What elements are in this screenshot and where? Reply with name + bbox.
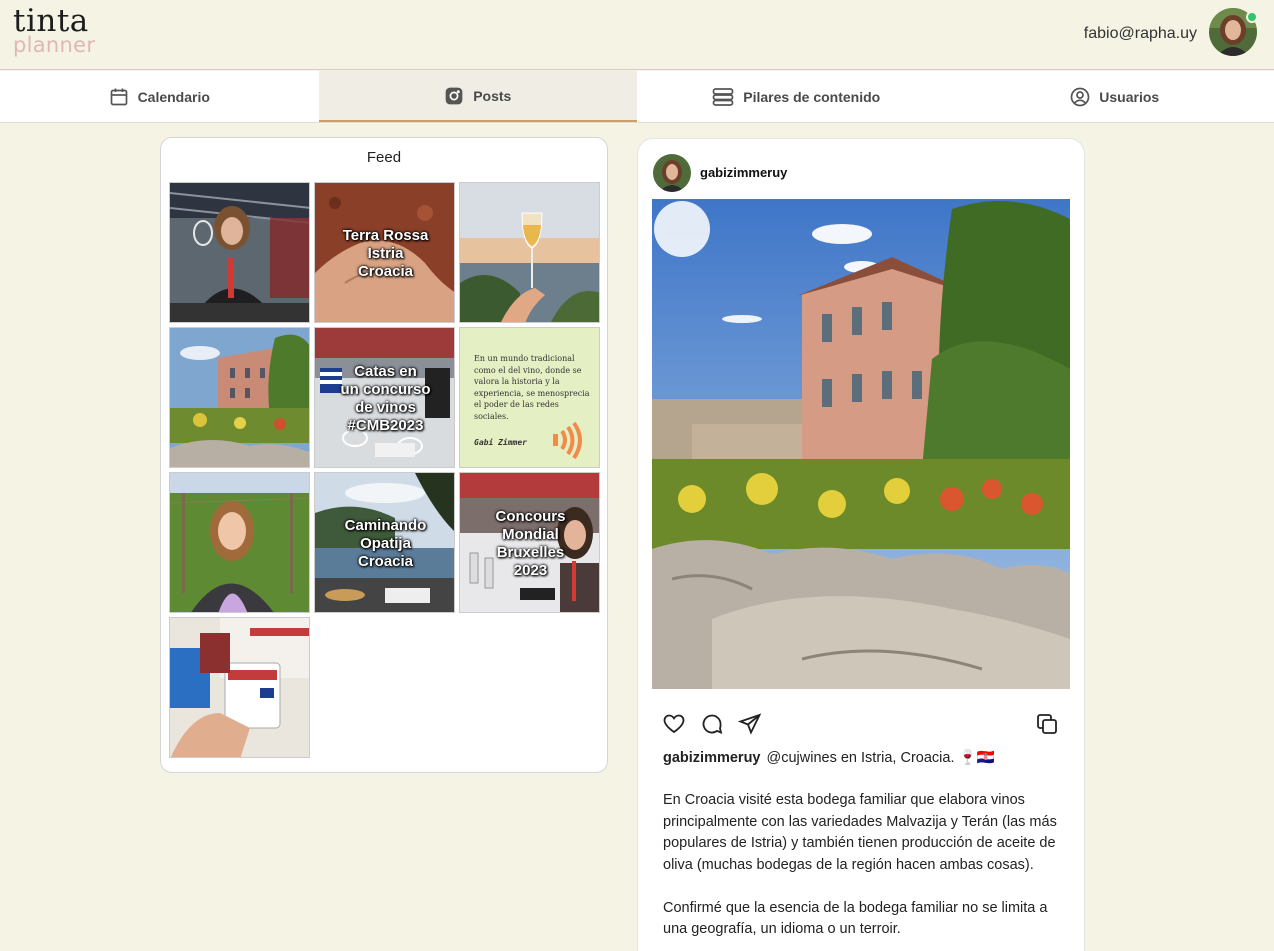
copy-caption-button[interactable] <box>1035 712 1059 736</box>
caption-body: En Croacia visité esta bodega familiar q… <box>663 790 1058 951</box>
tile-overlay-text <box>170 473 309 612</box>
feed-post-thumbnail[interactable] <box>169 472 310 613</box>
feed-panel: Feed Terra Rossa Istria Croacia Catas en… <box>160 137 608 773</box>
tile-overlay-text <box>170 183 309 322</box>
tab-posts[interactable]: Posts <box>318 71 637 122</box>
caption-paragraph: Confirmé que la esencia de la bodega fam… <box>663 899 1048 938</box>
winery-photo <box>652 199 1070 689</box>
post-main-image[interactable] <box>652 199 1070 689</box>
tile-overlay-text: Catas en un concurso de vinos #CMB2023 <box>340 362 431 434</box>
tab-posts-label: Posts <box>473 87 512 104</box>
tile-overlay-text: Concours Mondial Bruxelles 2023 <box>495 507 566 579</box>
like-button[interactable] <box>662 712 686 736</box>
post-preview: gabizimmeruy gabizimmeruy @cujwines en I… <box>637 138 1085 951</box>
caption-username[interactable]: gabizimmeruy <box>663 750 761 766</box>
tab-calendario-label: Calendario <box>137 88 210 105</box>
post-username[interactable]: gabizimmeruy <box>700 165 787 180</box>
tile-overlay-text: Caminando Opatija Croacia <box>344 516 427 570</box>
feed-title: Feed <box>366 149 402 166</box>
feed-post-thumbnail[interactable]: Caminando Opatija Croacia <box>314 472 455 613</box>
feed-post-thumbnail[interactable] <box>169 327 310 468</box>
user-email: fabio@rapha.uy <box>1083 25 1197 42</box>
user-circle-icon <box>1070 87 1090 106</box>
feed-post-thumbnail[interactable]: Terra Rossa Istria Croacia <box>314 182 455 323</box>
caption-paragraph: En Croacia visité esta bodega familiar q… <box>663 792 1057 873</box>
feed-post-thumbnail[interactable] <box>169 182 310 323</box>
tile-overlay-text <box>170 618 309 757</box>
feed-post-thumbnail-quote[interactable]: En un mundo tradicional como el del vino… <box>459 327 600 468</box>
copy-icon <box>1037 714 1057 734</box>
post-author-avatar[interactable] <box>653 154 691 192</box>
calendar-icon <box>110 88 127 105</box>
tile-overlay-text <box>460 183 599 322</box>
top-bar: tinta planner fabio@rapha.uy <box>0 0 1274 70</box>
app-logo[interactable]: tinta planner <box>13 6 95 56</box>
share-button[interactable] <box>737 712 762 736</box>
tab-calendario[interactable]: Calendario <box>0 71 319 122</box>
tab-usuarios-label: Usuarios <box>1099 88 1160 105</box>
feed-grid: Terra Rossa Istria Croacia Catas en un c… <box>169 182 600 758</box>
caption-header: gabizimmeruy @cujwines en Istria, Croacia… <box>663 749 995 766</box>
comment-button[interactable] <box>700 712 724 736</box>
online-status-indicator <box>1246 11 1258 23</box>
user-avatar-button[interactable] <box>1209 8 1258 56</box>
post-actions <box>662 712 762 736</box>
tile-overlay-text <box>170 328 309 467</box>
feed-post-thumbnail[interactable]: Concours Mondial Bruxelles 2023 <box>459 472 600 613</box>
caption-first-line: @cujwines en Istria, Croacia. 🍷🇭🇷 <box>766 750 995 766</box>
feed-post-thumbnail[interactable]: Catas en un concurso de vinos #CMB2023 <box>314 327 455 468</box>
instagram-icon <box>445 87 463 104</box>
tile-overlay-text: Terra Rossa Istria Croacia <box>342 226 429 280</box>
comment-icon <box>702 714 723 734</box>
logo-text-bottom: planner <box>13 33 96 57</box>
main-tabs: Calendario Posts Pilares de contenido Us… <box>0 71 1274 123</box>
feed-post-thumbnail[interactable] <box>459 182 600 323</box>
broadcast-icon <box>553 421 582 460</box>
tab-pilares-de-contenido[interactable]: Pilares de contenido <box>637 71 956 122</box>
stack-icon <box>712 87 734 106</box>
heart-icon <box>663 714 685 734</box>
tab-pilares-label: Pilares de contenido <box>743 88 881 105</box>
feed-post-thumbnail[interactable] <box>169 617 310 758</box>
tab-usuarios[interactable]: Usuarios <box>956 71 1274 122</box>
send-icon <box>737 713 762 735</box>
